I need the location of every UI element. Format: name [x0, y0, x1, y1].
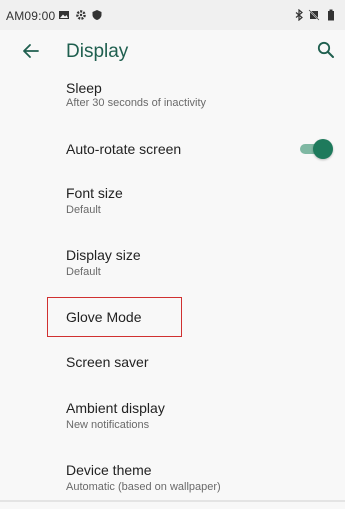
setting-device-theme[interactable]: Device theme Automatic (based on wallpap… [0, 450, 345, 500]
search-icon[interactable] [313, 37, 339, 63]
setting-title: Auto-rotate screen [66, 141, 182, 157]
toggle-knob [313, 139, 333, 159]
setting-glove-mode[interactable]: Glove Mode [0, 297, 345, 337]
setting-subtitle: Automatic (based on wallpaper) [66, 481, 221, 493]
status-time: AM09:00 [6, 9, 56, 23]
shield-icon [91, 9, 103, 21]
gear-icon [75, 9, 87, 21]
setting-font-size[interactable]: Font size Default [0, 173, 345, 228]
setting-title: Device theme [66, 462, 152, 478]
image-icon [58, 9, 70, 21]
setting-screen-saver[interactable]: Screen saver [0, 342, 345, 382]
setting-title: Font size [66, 185, 123, 201]
setting-auto-rotate[interactable]: Auto-rotate screen [0, 123, 345, 173]
setting-sleep[interactable]: Sleep After 30 seconds of inactivity [0, 75, 345, 123]
setting-subtitle: New notifications [66, 419, 150, 431]
auto-rotate-toggle[interactable] [298, 139, 333, 159]
back-arrow-icon[interactable] [17, 37, 45, 65]
setting-subtitle: Default [66, 204, 101, 216]
setting-ambient-display[interactable]: Ambient display New notifications [0, 388, 345, 443]
setting-title: Ambient display [66, 400, 165, 416]
setting-subtitle: After 30 seconds of inactivity [66, 97, 207, 109]
divider [0, 500, 345, 502]
setting-title: Glove Mode [66, 309, 142, 325]
setting-title: Display size [66, 247, 141, 263]
setting-display-size[interactable]: Display size Default [0, 232, 345, 290]
battery-icon [325, 9, 337, 21]
bluetooth-icon [293, 8, 305, 22]
status-bar: AM09:00 [0, 0, 345, 30]
no-sim-icon [308, 9, 320, 21]
app-toolbar: Display [0, 30, 345, 75]
setting-subtitle: Default [66, 266, 101, 278]
display-settings-screen: AM09:00 Display Sleep After 30 seconds o… [0, 0, 345, 509]
page-title: Display [66, 41, 129, 62]
setting-title: Screen saver [66, 354, 149, 370]
setting-title: Sleep [66, 80, 102, 96]
